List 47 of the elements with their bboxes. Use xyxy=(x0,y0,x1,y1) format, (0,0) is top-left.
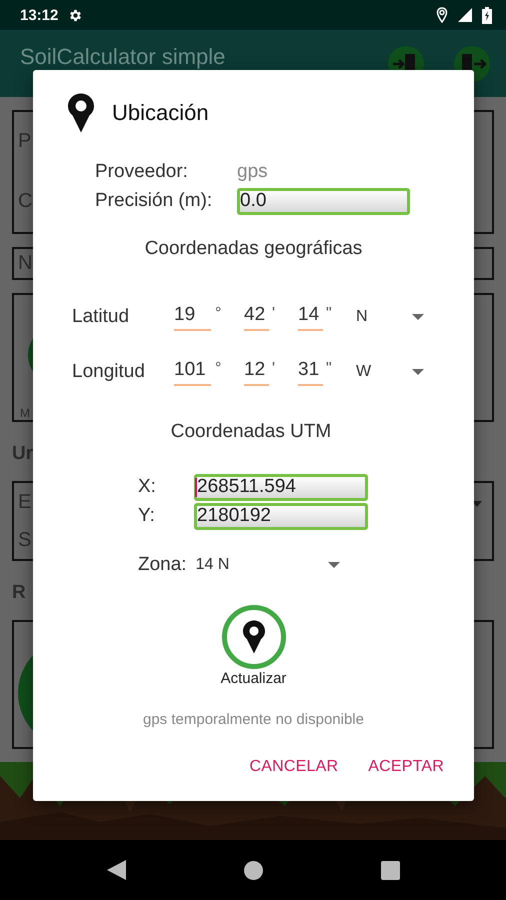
seconds-field[interactable]: 31 xyxy=(298,358,323,386)
second-mark: " xyxy=(325,360,333,378)
status-message: gps temporalmente no disponible xyxy=(143,710,364,730)
minute-mark: ' xyxy=(271,360,276,378)
hemisphere-value[interactable]: N xyxy=(356,308,412,326)
recents-icon[interactable] xyxy=(380,860,400,880)
accuracy-label: Precisión (m): xyxy=(95,190,214,212)
degree-mark: ° xyxy=(214,305,222,323)
hemisphere-value[interactable]: W xyxy=(356,363,412,381)
app-title: SoilCalculator simple xyxy=(20,44,226,70)
dropdown-arrow-icon[interactable] xyxy=(472,501,482,508)
minutes-field[interactable]: 12 xyxy=(244,358,269,386)
dialog-button[interactable]: ACEPTAR xyxy=(360,750,452,784)
zone-label: Zona: xyxy=(138,554,187,576)
section-heading: Ur xyxy=(12,443,34,466)
back-icon[interactable] xyxy=(106,860,126,880)
coordinate-label: X: xyxy=(138,476,157,498)
second-mark: " xyxy=(325,305,333,323)
location-icon xyxy=(436,7,448,23)
signal-icon xyxy=(458,8,472,22)
dialog-title: Ubicación xyxy=(112,100,209,126)
home-icon[interactable] xyxy=(244,860,262,880)
utm-field[interactable]: 268511.594 xyxy=(194,474,368,500)
update-label: Actualizar xyxy=(220,669,286,689)
settings-icon xyxy=(68,8,84,22)
location-pin-icon xyxy=(68,93,94,133)
degree-mark: ° xyxy=(214,360,222,378)
zone-value[interactable]: 14 N xyxy=(196,556,328,574)
minute-mark: ' xyxy=(271,305,276,323)
minutes-field[interactable]: 42 xyxy=(244,304,269,330)
dialog-button[interactable]: CANCELAR xyxy=(241,750,346,784)
coordinate-label: Y: xyxy=(138,505,156,527)
degrees-field[interactable]: 101 xyxy=(174,358,211,386)
clock: 13:12 xyxy=(20,6,58,24)
degrees-field[interactable]: 19 xyxy=(174,304,211,330)
utm-field[interactable]: 2180192 xyxy=(194,502,368,530)
coordinate-label: Longitud xyxy=(72,361,146,383)
coordinate-label: Latitud xyxy=(72,306,130,328)
provider-value: gps xyxy=(237,161,268,183)
battery-icon xyxy=(482,6,492,24)
accuracy-field[interactable]: 0.0 xyxy=(237,188,410,214)
section-heading: Coordenadas UTM xyxy=(170,421,332,444)
location-pin-icon xyxy=(242,620,264,654)
seconds-field[interactable]: 14 xyxy=(298,304,323,330)
section-heading: R xyxy=(12,582,26,604)
provider-label: Proveedor: xyxy=(95,161,189,183)
section-heading: Coordenadas geográficas xyxy=(144,238,362,261)
